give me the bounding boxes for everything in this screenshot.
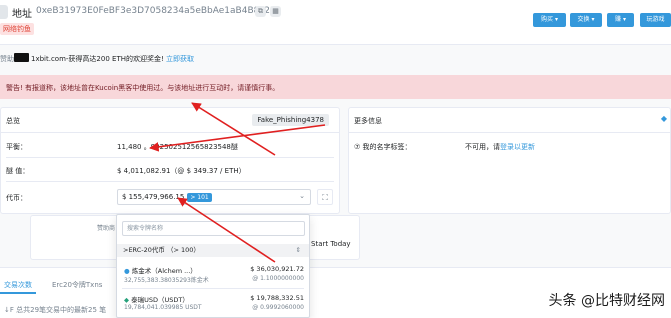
token-list-item[interactable]: ◆ 泰瑞USD（USDT） 19,784,041.039985 USDT $ 1… bbox=[117, 291, 309, 316]
divider bbox=[6, 181, 334, 182]
name-tag-badge[interactable]: Fake_Phishing4378 bbox=[252, 114, 329, 126]
more-info-title: 更多信息 bbox=[354, 117, 382, 125]
more-options-icon[interactable]: ◆ bbox=[661, 114, 667, 123]
token-rate: @ 1.1000000000 bbox=[252, 275, 304, 282]
ether-value: $ 4,011,082.91（@ $ 349.37 / ETH） bbox=[117, 167, 246, 175]
token-holdings-dropdown[interactable]: $ 155,479,966.15 > 101 ⌄ bbox=[117, 189, 311, 205]
token-name: ● 炼金术（Alchem ...） bbox=[124, 265, 197, 275]
token-amount: 19,784,041.039985 USDT bbox=[124, 304, 202, 311]
sponsor-logo bbox=[14, 53, 29, 62]
divider bbox=[122, 288, 304, 289]
token-count-badge: > 101 bbox=[187, 193, 212, 202]
erc20-group-label: >ERC-20代币 （> 100） bbox=[123, 246, 200, 254]
chevron-down-icon: ⌄ bbox=[299, 192, 305, 200]
token-amount: 32,755,383.38035293炼金术 bbox=[124, 277, 209, 284]
token-rate: @ 0.9992060000 bbox=[252, 304, 304, 311]
qr-code-icon[interactable]: ▦ bbox=[270, 6, 281, 17]
token-name-text: 炼金术（Alchem ...） bbox=[131, 267, 197, 275]
balance-label: 平衡： bbox=[6, 143, 27, 151]
earn-button[interactable]: 赚 ▾ bbox=[607, 13, 634, 27]
watermark-text: 头条 @比特财经网 bbox=[548, 293, 665, 309]
sort-icon: ⇕ bbox=[295, 246, 301, 254]
sponsor-text: 1xbit.com-获得高达200 ETH的欢迎奖金! 立即获取 bbox=[31, 54, 194, 64]
divider bbox=[6, 157, 334, 158]
expand-icon[interactable]: ⛶ bbox=[317, 189, 333, 205]
token-usd-value: $ 19,788,332.51 bbox=[250, 294, 304, 302]
token-name-text: 泰瑞USD（USDT） bbox=[131, 296, 189, 304]
balance-value: 11,480 。902502512565823548醚 bbox=[117, 143, 238, 151]
warning-text: 警告! 有报道称，该地址曾在Kucoin黑客中使用过。与该地址进行互动时，请谨慎… bbox=[6, 84, 280, 92]
warning-alert: 警告! 有报道称，该地址曾在Kucoin黑客中使用过。与该地址进行互动时，请谨慎… bbox=[0, 75, 671, 99]
ether-value-label: 醚 值： bbox=[6, 167, 30, 175]
copy-icon[interactable]: ⧉ bbox=[255, 6, 266, 17]
name-tag-value: 不可用，请登录以更新 bbox=[465, 142, 535, 152]
token-label: 代币： bbox=[6, 194, 27, 202]
address-text: 0xeB31973E0FeBF3e3D7058234a5eBbAe1aB4B8c… bbox=[36, 6, 276, 16]
transaction-count-text: ↓F 总共29笔交易中的最新25 笔 bbox=[4, 306, 107, 314]
banner-sponsor-label: 赞助商 bbox=[97, 225, 116, 232]
sponsor-bar: 赞助: 1xbit.com-获得高达200 ETH的欢迎奖金! 立即获取 bbox=[0, 44, 671, 73]
overview-title: 总览 bbox=[6, 117, 20, 125]
phishing-badge: 网络钓鱼 bbox=[0, 23, 34, 35]
token-dropdown-menu: 搜索令牌名称 >ERC-20代币 （> 100） ⇕ ● 炼金术（Alchem … bbox=[116, 214, 310, 318]
token-list-item[interactable]: ● 炼金术（Alchem ...） 32,755,383.38035293炼金术… bbox=[117, 262, 309, 287]
tether-icon: ◆ bbox=[124, 296, 129, 304]
banner-cta[interactable]: Start Today bbox=[311, 240, 351, 248]
games-button[interactable]: 玩游戏 bbox=[640, 13, 671, 27]
address-avatar-icon bbox=[0, 5, 8, 19]
divider bbox=[349, 132, 670, 133]
name-tag-label: ⑦ 我的名字标签： bbox=[354, 143, 412, 151]
active-tab-indicator bbox=[0, 292, 36, 294]
sponsor-link[interactable]: 立即获取 bbox=[166, 55, 194, 63]
token-search-input[interactable]: 搜索令牌名称 bbox=[122, 221, 305, 236]
more-info-card: 更多信息 ◆ ⑦ 我的名字标签： 不可用，请登录以更新 bbox=[348, 107, 671, 214]
token-name: ◆ 泰瑞USD（USDT） bbox=[124, 294, 189, 304]
token-logo-icon: ● bbox=[124, 267, 130, 275]
tab-erc20-transfers[interactable]: Erc20令牌Txns bbox=[52, 280, 102, 290]
overview-card: 总览 Fake_Phishing4378 平衡： 11,480 。9025025… bbox=[0, 107, 340, 214]
page-header: 地址 0xeB31973E0FeBF3e3D7058234a5eBbAe1aB4… bbox=[0, 0, 671, 44]
login-link[interactable]: 登录以更新 bbox=[500, 143, 535, 151]
tab-transactions[interactable]: 交易次数 bbox=[4, 280, 32, 290]
divider bbox=[1, 132, 339, 133]
token-total-value: $ 155,479,966.15 bbox=[122, 193, 185, 201]
token-usd-value: $ 36,030,921.72 bbox=[250, 265, 304, 273]
erc20-group-header[interactable]: >ERC-20代币 （> 100） ⇕ bbox=[117, 244, 309, 257]
sponsor-message: 1xbit.com-获得高达200 ETH的欢迎奖金! bbox=[31, 55, 164, 63]
name-tag-unavailable: 不可用，请 bbox=[465, 143, 500, 151]
exchange-button[interactable]: 交换 ▾ bbox=[570, 13, 602, 27]
token-total: $ 155,479,966.15 > 101 bbox=[122, 193, 212, 202]
page-title: 地址 bbox=[12, 9, 32, 20]
buy-button[interactable]: 购买 ▾ bbox=[533, 13, 566, 27]
